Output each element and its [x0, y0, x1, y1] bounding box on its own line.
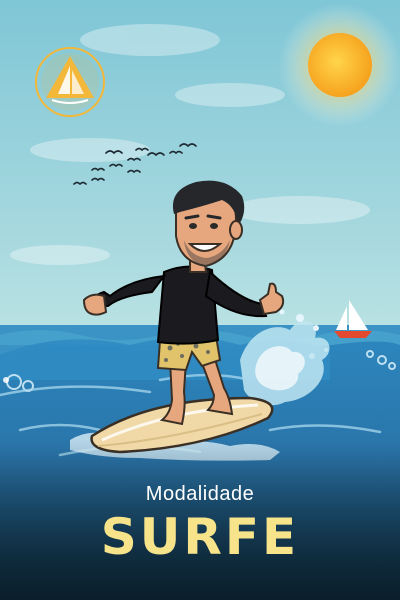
modality-label: Modalidade — [145, 483, 255, 505]
sailboat-triangle-logo — [35, 47, 105, 117]
club-logo — [32, 44, 108, 120]
surf-poster: Modalidade SURFE — [0, 0, 400, 600]
sport-title: SURFE — [100, 508, 300, 566]
surfer-head — [172, 180, 245, 268]
